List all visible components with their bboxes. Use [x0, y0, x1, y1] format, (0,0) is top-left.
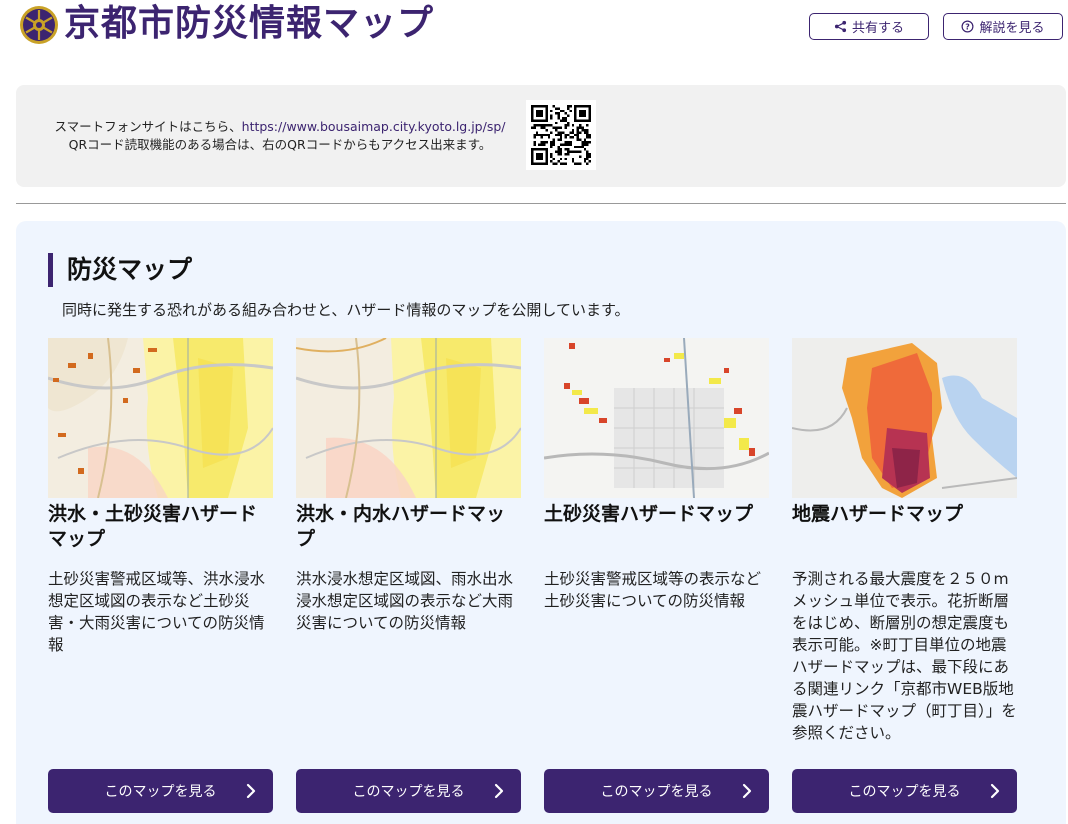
map-thumbnail-image [792, 338, 1017, 498]
map-card-description: 洪水浸水想定区域図、雨水出水浸水想定区域図の表示など大雨災害についての防災情報 [296, 570, 514, 632]
smartphone-notice-line1: スマートフォンサイトはこちら、https://www.bousaimap.cit… [30, 118, 530, 136]
view-map-button-earthquake[interactable]: このマップを見る [792, 769, 1017, 813]
site-title[interactable]: 京都市防災情報マップ [64, 2, 434, 46]
map-thumbnail-image [544, 338, 769, 498]
question-circle-icon: ? [961, 20, 974, 33]
view-map-button-label: このマップを見る [600, 784, 713, 800]
smartphone-notice-text: スマートフォンサイトはこちら、https://www.bousaimap.cit… [30, 118, 530, 154]
map-card-description: 土砂災害警戒区域等の表示など土砂災害についての防災情報 [544, 570, 762, 610]
map-card-title: 地震ハザードマップ [792, 503, 964, 525]
help-button-label: 解説を見る [979, 21, 1045, 36]
smartphone-notice: スマートフォンサイトはこちら、https://www.bousaimap.cit… [16, 85, 1066, 187]
map-card-description: 土砂災害警戒区域等、洪水浸水想定区域図の表示など土砂災害・大雨災害についての防災… [48, 570, 266, 654]
map-thumbnail-flood-inland[interactable] [296, 338, 521, 498]
chevron-right-icon [742, 783, 752, 799]
view-map-button-label: このマップを見る [104, 784, 217, 800]
map-card-description: 予測される最大震度を２５０mメッシュ単位で表示。花折断層をはじめ、断層別の想定震… [792, 570, 1017, 742]
share-button[interactable]: 共有する [809, 13, 929, 40]
view-map-button-label: このマップを見る [848, 784, 961, 800]
help-button[interactable]: ? 解説を見る [943, 13, 1063, 40]
view-map-button-flood-landslide[interactable]: このマップを見る [48, 769, 273, 813]
map-thumbnail-image [296, 338, 521, 498]
chevron-right-icon [494, 783, 504, 799]
site-header: 京都市防災情報マップ 共有する ? 解説を見る [0, 0, 1068, 60]
smartphone-site-link[interactable]: https://www.bousaimap.city.kyoto.lg.jp/s… [242, 119, 506, 134]
section-title: 防災マップ [48, 253, 192, 287]
share-icon [834, 20, 847, 33]
map-card-title: 土砂災害ハザードマップ [544, 503, 754, 525]
map-card-title: 洪水・土砂災害ハザードマップ [48, 503, 258, 550]
view-map-button-label: このマップを見る [352, 784, 465, 800]
smartphone-notice-prefix: スマートフォンサイトはこちら、 [54, 119, 242, 134]
map-thumbnail-landslide[interactable] [544, 338, 769, 498]
chevron-right-icon [246, 783, 256, 799]
map-card-title: 洪水・内水ハザードマップ [296, 503, 506, 550]
map-thumbnail-flood-landslide[interactable] [48, 338, 273, 498]
section-description: 同時に発生する恐れがある組み合わせと、ハザード情報のマップを公開しています。 [62, 301, 630, 319]
view-map-button-landslide[interactable]: このマップを見る [544, 769, 769, 813]
disaster-map-section: 防災マップ 同時に発生する恐れがある組み合わせと、ハザード情報のマップを公開して… [16, 221, 1066, 824]
share-button-label: 共有する [851, 21, 904, 36]
smartphone-notice-line2: QRコード読取機能のある場合は、右のQRコードからもアクセス出来ます。 [68, 137, 492, 152]
divider [16, 203, 1066, 204]
qr-code-image [531, 105, 591, 165]
kyoto-city-emblem-icon[interactable] [18, 4, 60, 46]
map-thumbnail-image [48, 338, 273, 498]
svg-text:?: ? [966, 22, 971, 31]
view-map-button-flood-inland[interactable]: このマップを見る [296, 769, 521, 813]
chevron-right-icon [990, 783, 1000, 799]
map-thumbnail-earthquake[interactable] [792, 338, 1017, 498]
qr-code [526, 100, 596, 170]
